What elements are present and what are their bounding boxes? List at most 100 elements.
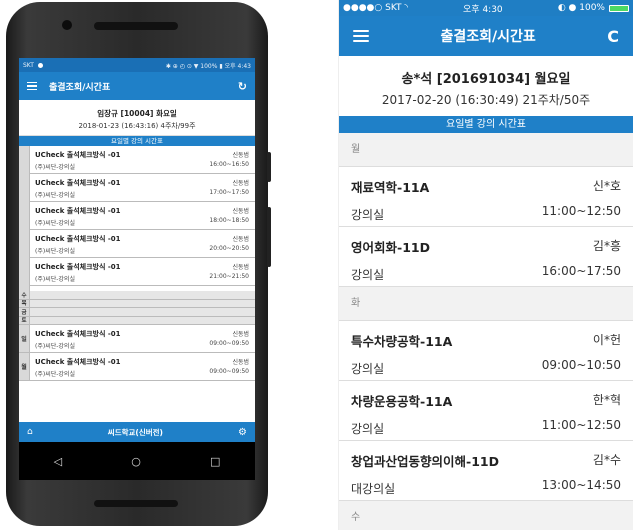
table-row[interactable]: UCheck 출석체크방식 -01 (주)씨단-강의실 신동범 18:00~18:5… <box>30 202 255 230</box>
student-header: 임장규 [10004] 화요일 2018-01-23 (16:43:16) 4주… <box>19 100 255 136</box>
day-label: 월 <box>19 353 30 380</box>
table-row[interactable]: 영어회화-11D 강의실 김*흥 16:00~17:50 <box>339 227 633 287</box>
professor-name: 이*헌 <box>592 333 621 347</box>
day-label: 수 <box>19 291 30 299</box>
school-name: 씨드학교(신버전) <box>107 427 163 437</box>
day-header-wed: 수 <box>339 501 633 530</box>
class-time: 20:00~20:50 <box>209 245 249 252</box>
room-name: (주)씨단-강의실 <box>35 192 75 199</box>
class-time: 11:00~12:50 <box>541 418 621 432</box>
professor-name: 신동범 <box>232 264 249 271</box>
app-title: 출결조회/시간표 <box>49 82 111 93</box>
back-icon[interactable]: ◁ <box>54 455 62 468</box>
room-name: (주)씨단-강의실 <box>35 248 75 255</box>
professor-name: 신동범 <box>232 208 249 215</box>
table-row[interactable]: 재료역학-11A 강의실 신*호 11:00~12:50 <box>339 167 633 227</box>
ios-status-bar: ●●●●○ SKT ◝ 오후 4:30 ◐ ● 100% <box>339 0 633 16</box>
carrier-label: SKT <box>23 61 34 69</box>
refresh-icon[interactable]: ↻ <box>238 80 247 93</box>
timetable-section-title: 요일별 강의 시간표 <box>19 136 255 146</box>
table-row[interactable]: 월 UCheck 출석체크방식 -01 (주)씨단-강의실 신동범 09:00~09… <box>19 353 255 381</box>
class-time: 09:00~09:50 <box>209 340 249 347</box>
tuesday-group: UCheck 출석체크방식 -01 (주)씨단-강의실 신동범 16:00~16:5… <box>19 146 255 291</box>
android-bottom-bar: ⌂ 씨드학교(신버전) ⚙ <box>19 422 255 442</box>
course-name: UCheck 출석체크방식 -01 <box>35 235 121 243</box>
professor-name: 신동범 <box>232 236 249 243</box>
current-date: 2018-01-23 (16:43:16) 4주차/99주 <box>78 122 196 130</box>
course-name: 특수차량공학-11A <box>351 334 453 349</box>
carrier-signal: ●●●●○ SKT ◝ <box>343 3 408 13</box>
day-label: 금 <box>19 308 30 316</box>
professor-name: 신*호 <box>592 179 621 193</box>
app-title: 출결조회/시간표 <box>440 29 536 45</box>
table-row[interactable]: 차량운용공학-11A 강의실 한*혁 11:00~12:50 <box>339 381 633 441</box>
empty-day-row: 목 <box>19 299 255 308</box>
ios-app-bar: 출결조회/시간표 C <box>339 16 633 56</box>
day-header-mon: 월 <box>339 133 633 167</box>
class-time: 17:00~17:50 <box>209 189 249 196</box>
table-row[interactable]: 일 UCheck 출석체크방식 -01 (주)씨단-강의실 신동범 09:00~09… <box>19 325 255 353</box>
volume-button <box>267 207 271 267</box>
professor-name: 신동범 <box>232 331 249 338</box>
professor-name: 김*수 <box>592 453 621 467</box>
empty-day-row: 수 <box>19 291 255 300</box>
table-row[interactable]: UCheck 출석체크방식 -01 (주)씨단-강의실 신동범 20:00~20:5… <box>30 230 255 258</box>
course-name: 재료역학-11A <box>351 180 430 195</box>
student-name: 임장규 [10004] 화요일 <box>97 109 177 118</box>
table-row[interactable]: UCheck 출석체크방식 -01 (주)씨단-강의실 신동범 16:00~16:5… <box>30 146 255 174</box>
empty-day-row: 금 <box>19 308 255 317</box>
current-date: 2017-02-20 (16:30:49) 21주차/50주 <box>381 93 591 107</box>
course-name: UCheck 출석체크방식 -01 <box>35 179 121 187</box>
android-nav-bar: ◁ ○ □ <box>19 442 255 480</box>
day-header-tue: 화 <box>339 287 633 321</box>
course-name: UCheck 출석체크방식 -01 <box>35 151 121 159</box>
day-label: 목 <box>19 299 30 307</box>
status-right: ✱ ⊕ ◴ ⊙ ▼ 100% ▮ 오후 4:43 <box>165 62 251 70</box>
room-name: 강의실 <box>351 208 385 222</box>
refresh-icon[interactable]: C <box>607 27 619 46</box>
class-time: 18:00~18:50 <box>209 217 249 224</box>
table-row[interactable]: 특수차량공학-11A 강의실 이*헌 09:00~10:50 <box>339 321 633 381</box>
room-name: (주)씨단-강의실 <box>35 343 75 350</box>
bottom-speaker <box>94 500 178 507</box>
student-header: 송*석 [201691034] 월요일 2017-02-20 (16:30:49… <box>339 56 633 116</box>
professor-name: 김*흥 <box>592 239 621 253</box>
room-name: (주)씨단-강의실 <box>35 276 75 283</box>
room-name: (주)씨단-강의실 <box>35 220 75 227</box>
room-name: 대강의실 <box>351 482 396 496</box>
room-name: (주)씨단-강의실 <box>35 164 75 171</box>
professor-name: 신동범 <box>232 359 249 366</box>
room-name: 강의실 <box>351 268 385 282</box>
course-name: UCheck 출석체크방식 -01 <box>35 358 121 366</box>
course-name: 창업과산업동향의이해-11D <box>351 454 499 469</box>
day-label: 일 <box>19 325 30 352</box>
hamburger-menu-icon[interactable] <box>353 27 369 45</box>
table-row[interactable]: UCheck 출석체크방식 -01 (주)씨단-강의실 신동범 21:00~21:5… <box>30 258 255 286</box>
room-name: 강의실 <box>351 362 385 376</box>
class-time: 21:00~21:50 <box>209 273 249 280</box>
android-app-bar: 출결조회/시간표 ↻ <box>19 72 255 100</box>
empty-day-row: 토 <box>19 316 255 325</box>
ios-screen: ●●●●○ SKT ◝ 오후 4:30 ◐ ● 100% 출결조회/시간표 C … <box>338 0 633 530</box>
android-phone-mockup: SKT ✱ ⊕ ◴ ⊙ ▼ 100% ▮ 오후 4:43 출결조회/시간표 ↻ … <box>6 2 271 526</box>
day-label-tue <box>19 146 30 291</box>
notification-dot-icon <box>37 62 43 68</box>
course-name: UCheck 출석체크방식 -01 <box>35 263 121 271</box>
home-nav-icon[interactable]: ○ <box>131 455 141 468</box>
room-name: (주)씨단-강의실 <box>35 371 75 378</box>
course-name: UCheck 출석체크방식 -01 <box>35 207 121 215</box>
android-status-bar: SKT ✱ ⊕ ◴ ⊙ ▼ 100% ▮ 오후 4:43 <box>19 58 255 72</box>
professor-name: 신동범 <box>232 180 249 187</box>
gear-icon[interactable]: ⚙ <box>238 427 247 438</box>
student-name: 송*석 [201691034] 월요일 <box>401 72 571 87</box>
class-time: 09:00~10:50 <box>541 358 621 372</box>
day-label: 토 <box>19 316 30 324</box>
course-name: 차량운용공학-11A <box>351 394 453 409</box>
room-name: 강의실 <box>351 422 385 436</box>
class-time: 16:00~17:50 <box>541 264 621 278</box>
hamburger-menu-icon[interactable] <box>27 80 37 93</box>
table-row[interactable]: 창업과산업동향의이해-11D 대강의실 김*수 13:00~14:50 <box>339 441 633 501</box>
recents-icon[interactable]: □ <box>210 455 220 468</box>
table-row[interactable]: UCheck 출석체크방식 -01 (주)씨단-강의실 신동범 17:00~17:5… <box>30 174 255 202</box>
course-name: UCheck 출석체크방식 -01 <box>35 330 121 338</box>
